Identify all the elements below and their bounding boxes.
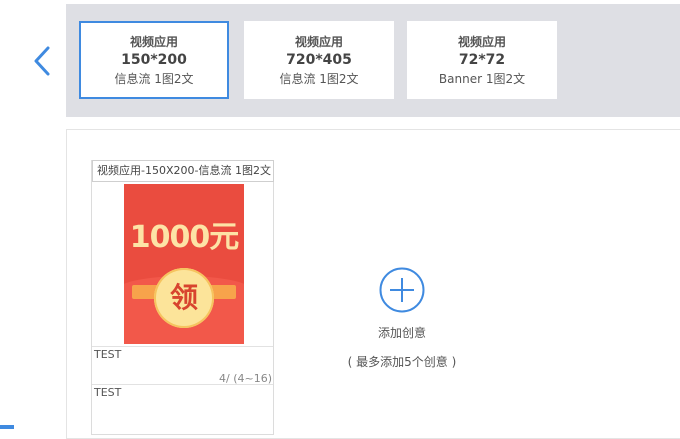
add-creative-label: 添加创意 [377, 326, 426, 340]
back-button[interactable] [30, 44, 56, 78]
creative-name-input[interactable]: 视频应用-150X200-信息流 1图2文 [92, 160, 274, 182]
creative-text-1-value: TEST [94, 348, 122, 361]
add-creative-button[interactable]: 添加创意 ( 最多添加5个创意 ) [317, 266, 487, 370]
packet-amount-text: 1000元 [129, 220, 240, 255]
format-title: 视频应用 [457, 35, 506, 49]
red-packet-image: 1000元 领 [124, 184, 244, 344]
format-card-150x200[interactable]: 视频应用 150*200 信息流 1图2文 [79, 21, 229, 99]
creative-text-2[interactable]: TEST [92, 384, 273, 434]
format-card-720x405[interactable]: 视频应用 720*405 信息流 1图2文 [244, 21, 394, 99]
format-desc: Banner 1图2文 [438, 72, 526, 86]
chevron-left-icon [34, 46, 50, 76]
format-selector: 视频应用 150*200 信息流 1图2文 视频应用 720*405 信息流 1… [66, 4, 680, 117]
packet-coin: 领 [154, 268, 214, 328]
add-creative-hint: ( 最多添加5个创意 ) [347, 355, 457, 369]
format-desc: 信息流 1图2文 [114, 72, 194, 86]
format-card-72x72[interactable]: 视频应用 72*72 Banner 1图2文 [407, 21, 557, 99]
format-size: 150*200 [121, 52, 187, 68]
scroll-indicator [0, 425, 14, 429]
format-title: 视频应用 [294, 35, 343, 49]
plus-circle-icon [379, 267, 425, 313]
creative-editor-panel: 视频应用-150X200-信息流 1图2文 1000元 领 TEST 4/ (4… [66, 129, 680, 439]
creative-text-1[interactable]: TEST 4/ (4~16) [92, 346, 273, 385]
creative-card: 视频应用-150X200-信息流 1图2文 1000元 领 TEST 4/ (4… [91, 160, 274, 435]
format-size: 720*405 [286, 52, 352, 68]
creative-image-preview[interactable]: 1000元 领 [94, 184, 272, 344]
format-desc: 信息流 1图2文 [279, 72, 359, 86]
format-size: 72*72 [458, 52, 506, 68]
format-title: 视频应用 [129, 35, 178, 49]
creative-text-2-value: TEST [94, 386, 122, 399]
